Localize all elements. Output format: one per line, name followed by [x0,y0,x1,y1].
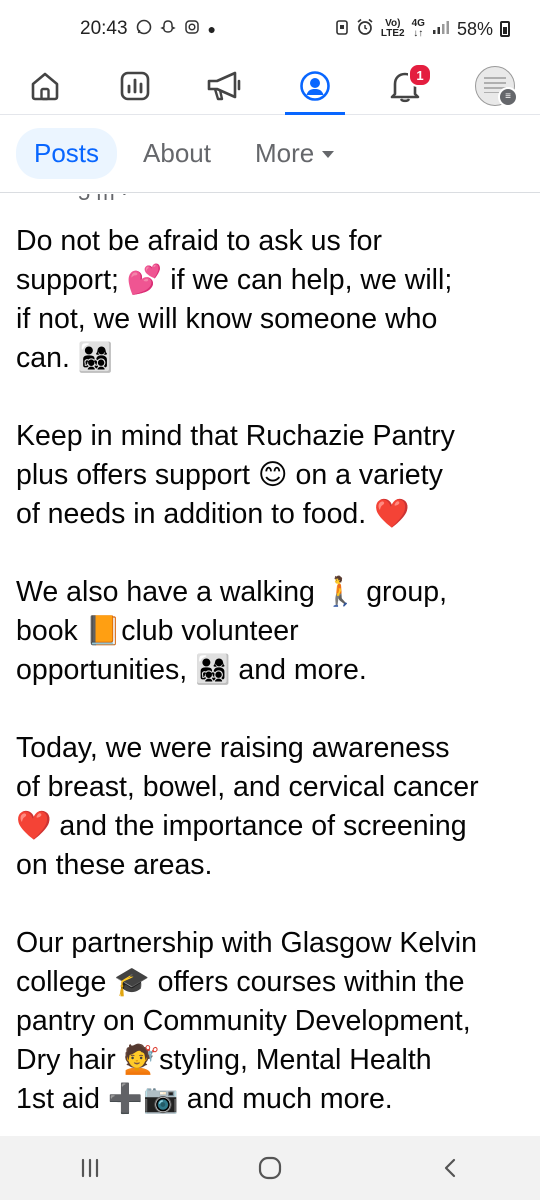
post-line: Today, we were raising awareness [16,732,450,764]
post-line: 1st aid ➕📷 and much more. [16,1083,393,1115]
nav-home[interactable] [15,61,75,111]
menu-lines-icon: ≡ [498,87,518,107]
post-line: of needs in addition to food. ❤️ [16,498,410,530]
system-nav-bar [0,1136,540,1200]
post-line: pantry on Community Development, [16,1005,471,1037]
post-line: plus offers support 😊 on a variety [16,459,443,491]
post-line: opportunities, 👨‍👩‍👧‍👦 and more. [16,654,367,686]
data-saver-icon [335,18,349,40]
tab-about[interactable]: About [125,128,229,179]
whatsapp-icon [136,19,152,39]
post-text: Do not be afraid to ask us for support; … [16,222,531,1136]
home-icon [31,72,59,101]
status-bar: 20:43 ● Vo) LTE2 4G ↓↑ 58% [0,0,540,58]
post-line: of breast, bowel, and cervical cancer [16,771,479,803]
volte-indicator: Vo) LTE2 [381,19,405,39]
notification-badge: 1 [408,63,432,87]
volte-bottom: LTE2 [380,28,405,39]
back-chevron-icon [444,1158,456,1178]
top-nav-bar: 1 ≡ [0,58,540,115]
post-line: Our partnership with Glasgow Kelvin [16,927,477,959]
post-paragraph: Our partnership with Glasgow Kelvin coll… [16,924,531,1119]
dashboard-icon [120,71,150,101]
status-time: 20:43 [80,18,128,39]
recent-apps-button[interactable] [60,1148,120,1188]
nav-dashboard[interactable] [105,61,165,111]
network-type-indicator: 4G ↓↑ [412,19,425,39]
post-line: Dry hair 💇styling, Mental Health [16,1044,432,1076]
post-line: Do not be afraid to ask us for [16,225,382,257]
network-type-bottom: ↓↑ [413,28,424,39]
nav-ads[interactable] [195,61,255,111]
battery-percent: 58% [456,18,493,39]
post-line: college 🎓 offers courses within the [16,966,465,998]
menu-avatar-icon: ≡ [475,66,518,107]
post-line: We also have a walking 🚶 group, [16,576,448,608]
nav-menu[interactable]: ≡ [465,61,525,111]
nav-profile[interactable] [285,61,345,115]
post-line: Keep in mind that Ruchazie Pantry [16,420,455,452]
post-body: 5 m · Do not be afraid to ask us for sup… [0,194,540,1136]
nav-notifications[interactable]: 1 [375,61,435,111]
home-button[interactable] [240,1148,300,1188]
post-meta-cut: 5 m · [78,194,128,206]
post-paragraph: Keep in mind that Ruchazie Pantry plus o… [16,417,531,534]
snapchat-icon [159,19,176,39]
post-paragraph: Do not be afraid to ask us for support; … [16,222,531,378]
signal-icon [432,19,450,39]
tab-more[interactable]: More [237,128,352,179]
tab-more-label: More [254,138,315,168]
notification-dot-icon: ● [207,21,217,37]
back-button[interactable] [420,1148,480,1188]
tab-posts[interactable]: Posts [16,128,118,179]
profile-icon [300,71,330,101]
post-line: book 📙club volunteer [16,615,299,647]
recent-apps-icon [81,1158,99,1178]
megaphone-icon [207,71,241,101]
status-right: Vo) LTE2 4G ↓↑ 58% [335,18,510,40]
post-line: ❤️ and the importance of screening [16,810,467,842]
post-line: on these areas. [16,849,213,881]
post-line: support; 💕 if we can help, we will; [16,264,453,296]
post-line: if not, we will know someone who [16,303,438,335]
alarm-icon [356,18,374,40]
instagram-icon [184,19,200,39]
post-paragraph: Today, we were raising awareness of brea… [16,729,531,885]
post-line: can. 👨‍👩‍👧‍👦 [16,342,114,374]
caret-down-icon [322,151,335,158]
profile-tabs: Posts About More [0,115,540,193]
status-left: 20:43 ● [80,18,216,40]
battery-icon [500,21,510,37]
home-circle-icon [258,1156,282,1180]
post-paragraph: We also have a walking 🚶 group, book 📙cl… [16,573,531,690]
